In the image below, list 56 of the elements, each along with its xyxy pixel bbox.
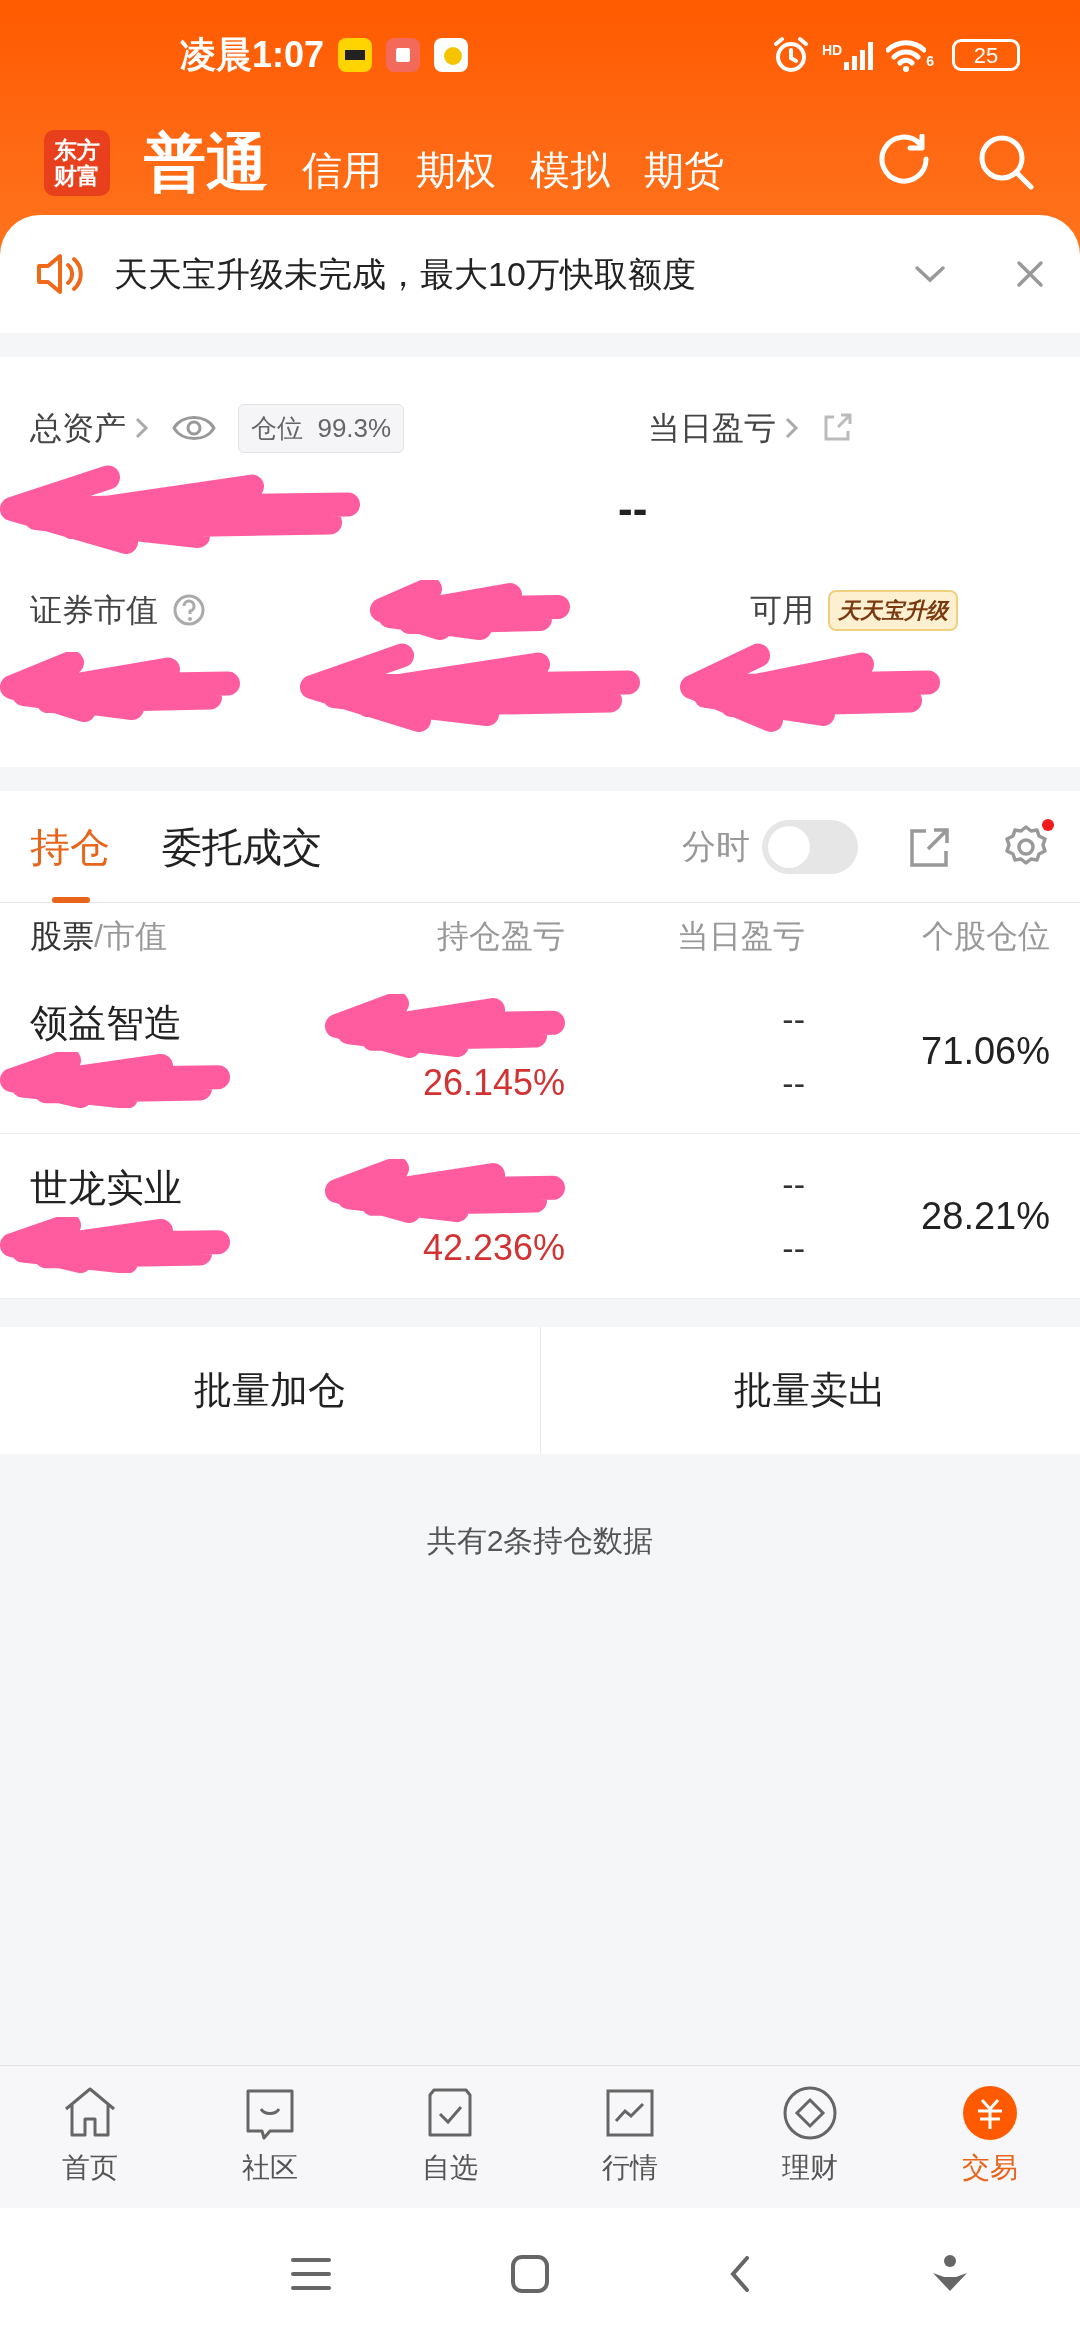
upgrade-badge[interactable]: 天天宝升级 [828, 589, 958, 631]
search-icon[interactable] [978, 133, 1036, 192]
close-icon[interactable] [1016, 260, 1044, 288]
holding-row[interactable]: 领益智造 26.145% -- -- 71.06% [0, 969, 1080, 1134]
daily-pnl-value: -- [618, 483, 648, 535]
yuan-icon [962, 2085, 1018, 2141]
daily-pnl-link[interactable]: 当日盈亏 [648, 404, 800, 452]
home-button-icon[interactable] [511, 2255, 549, 2293]
external-link-icon[interactable] [822, 413, 852, 443]
position-badge: 仓位 99.3% [238, 403, 405, 453]
assistant-icon[interactable] [931, 2255, 969, 2293]
network-label: HD [821, 41, 843, 60]
market-value-label: 证券市值 [30, 591, 158, 630]
pnl-rate: 26.145% [422, 1061, 565, 1105]
wifi-label: 6 [926, 52, 934, 71]
nav-tab[interactable]: 自选 [360, 2085, 540, 2189]
chevron-right-icon [134, 416, 150, 440]
daily-pnl-cell-text: -- [782, 999, 805, 1040]
position-weight: 71.06% [920, 1028, 1050, 1074]
help-icon[interactable] [172, 593, 206, 627]
position-weight: 28.21% [920, 1193, 1050, 1239]
column-header[interactable]: 股票/市值 [30, 912, 325, 960]
battery-indicator: 25 [952, 39, 1020, 71]
total-assets-link[interactable]: 总资产 [30, 404, 150, 452]
signal-icon [844, 40, 875, 70]
nav-tab[interactable]: 行情 [540, 2085, 720, 2189]
daily-pnl-cell-text: -- [782, 1063, 805, 1104]
status-time: 凌晨1:07 [180, 33, 325, 77]
menu-icon[interactable] [291, 2256, 331, 2292]
eye-icon[interactable] [172, 413, 216, 443]
app-notification-icon [338, 38, 373, 72]
available-label: 可用 [750, 591, 814, 630]
alarm-icon [771, 36, 810, 74]
batch-action-button[interactable]: 批量卖出 [539, 1327, 1080, 1454]
chevron-down-icon[interactable] [914, 263, 946, 285]
intraday-label: 分时 [682, 826, 750, 867]
nav-tab[interactable]: 社区 [180, 2085, 360, 2189]
pnl-rate: 42.236% [422, 1226, 565, 1270]
daily-pnl-cell-text: -- [782, 1228, 805, 1269]
nav-tab[interactable]: 首页 [0, 2085, 180, 2189]
notice-text: 天天宝升级未完成，最大10万快取额度 [114, 253, 697, 295]
nav-tab[interactable]: 理财 [720, 2085, 900, 2189]
intraday-toggle[interactable] [762, 819, 858, 874]
chevron-right-icon [784, 416, 800, 440]
holdings-tab[interactable]: 委托成交 [162, 790, 322, 903]
holding-row[interactable]: 世龙实业 42.236% -- -- 28.21% [0, 1134, 1080, 1299]
stock-name: 领益智造 [30, 1001, 183, 1046]
app-notification-icon [386, 38, 421, 72]
app-logo: 东方 财富 [44, 129, 110, 196]
back-icon[interactable] [729, 2256, 751, 2292]
daily-pnl-cell-text: -- [782, 1164, 805, 1205]
speaker-icon [36, 252, 84, 296]
stock-name: 世龙实业 [30, 1166, 183, 1211]
batch-action-button[interactable]: 批量加仓 [0, 1327, 540, 1454]
holdings-count-text: 共有2条持仓数据 [426, 1523, 654, 1559]
wifi-icon [886, 38, 927, 72]
